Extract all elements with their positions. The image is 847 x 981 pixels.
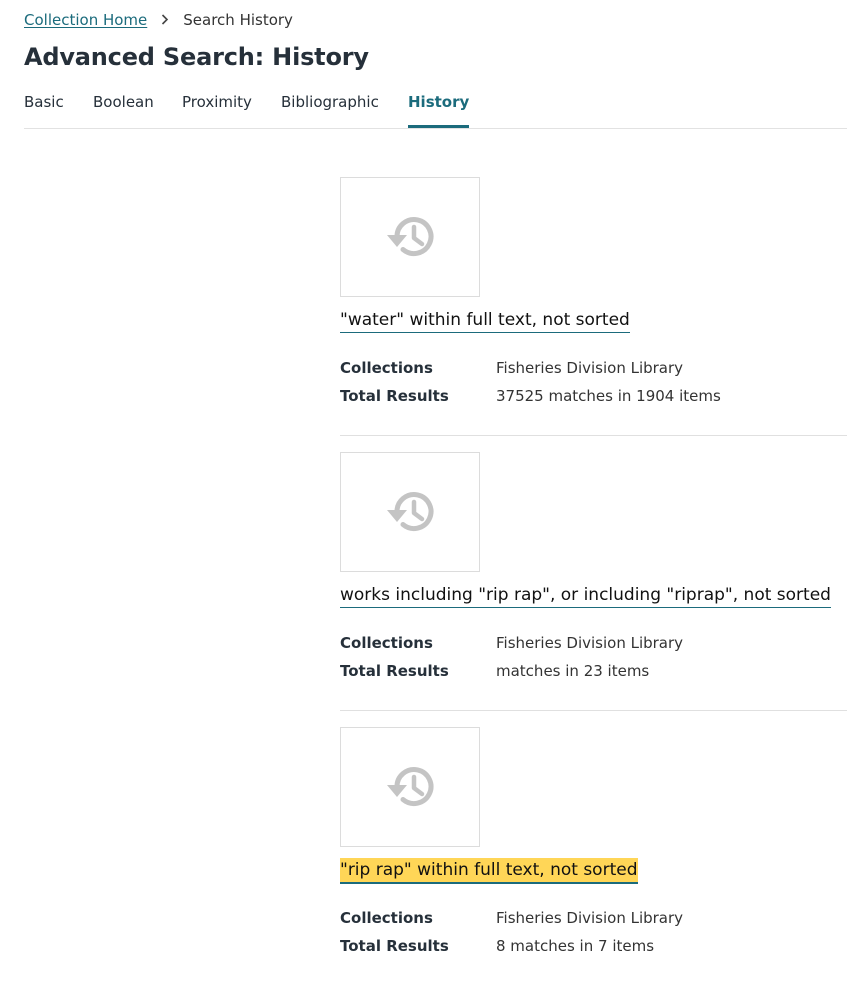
tab-history[interactable]: History — [408, 93, 470, 128]
history-icon[interactable] — [340, 727, 480, 847]
collections-value: Fisheries Division Library — [496, 359, 684, 377]
breadcrumb: Collection Home Search History — [24, 9, 293, 31]
history-icon[interactable] — [340, 452, 480, 572]
tab-bibliographic[interactable]: Bibliographic — [281, 93, 379, 128]
total-results-label: Total Results — [340, 387, 449, 405]
collections-label: Collections — [340, 909, 433, 927]
total-results-value: 37525 matches in 1904 items — [496, 387, 721, 405]
history-icon[interactable] — [340, 177, 480, 297]
total-results-value: 8 matches in 7 items — [496, 937, 655, 955]
tab-proximity[interactable]: Proximity — [182, 93, 252, 128]
page-title: Advanced Search: History — [24, 43, 369, 71]
entry-divider — [340, 435, 847, 436]
breadcrumb-collection-home-link[interactable]: Collection Home — [24, 11, 147, 29]
tab-basic[interactable]: Basic — [24, 93, 64, 128]
total-results-label: Total Results — [340, 662, 449, 680]
collections-value: Fisheries Division Library — [496, 909, 684, 927]
chevron-right-icon — [147, 11, 183, 29]
collections-value: Fisheries Division Library — [496, 634, 684, 652]
total-results-label: Total Results — [340, 937, 449, 955]
breadcrumb-current: Search History — [183, 11, 293, 29]
history-query-link[interactable]: "water" within full text, not sorted — [340, 308, 630, 333]
history-query-link[interactable]: works including "rip rap", or including … — [340, 583, 831, 608]
collections-label: Collections — [340, 634, 433, 652]
total-results-value: matches in 23 items — [496, 662, 650, 680]
collections-label: Collections — [340, 359, 433, 377]
tab-boolean[interactable]: Boolean — [93, 93, 154, 128]
entry-divider — [340, 710, 847, 711]
search-tabs: Basic Boolean Proximity Bibliographic Hi… — [24, 86, 847, 129]
history-query-link[interactable]: "rip rap" within full text, not sorted — [340, 858, 638, 884]
